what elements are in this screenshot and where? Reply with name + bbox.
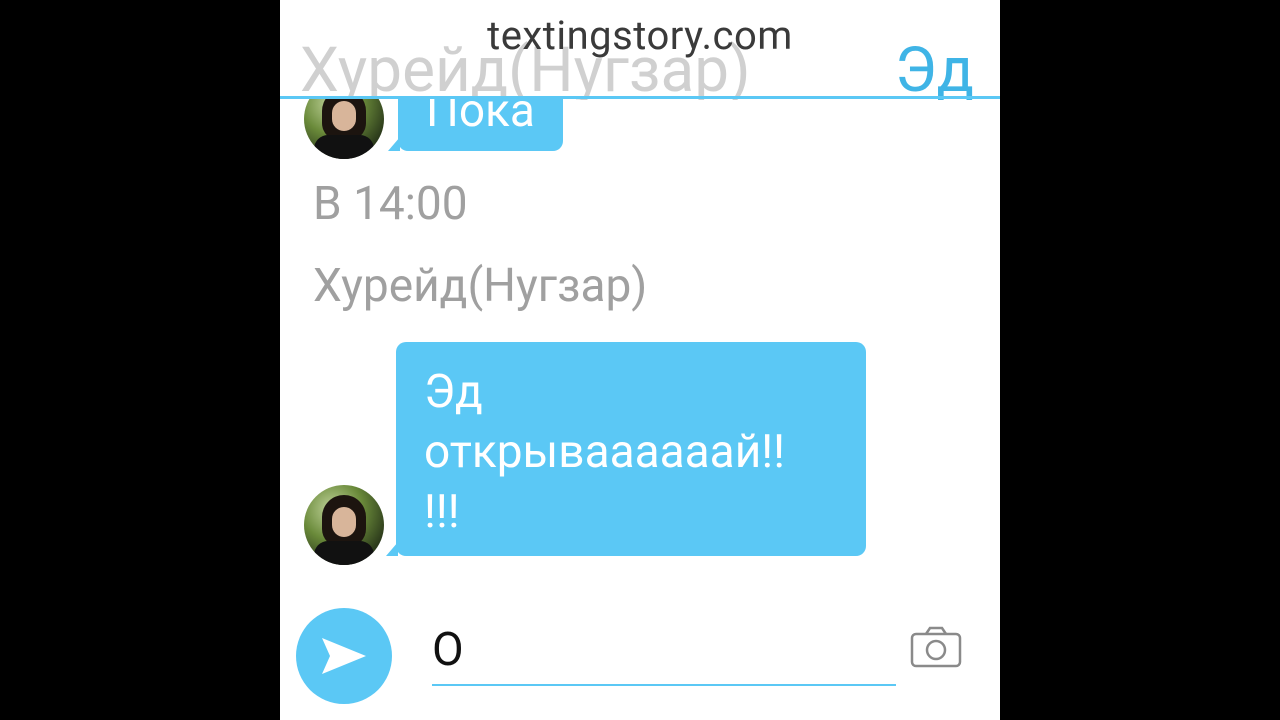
- message-text: Пока: [426, 99, 535, 138]
- chat-header: Хурейд(Нугзар) Эд textingstory.com: [280, 0, 1000, 100]
- camera-icon[interactable]: [910, 626, 962, 668]
- contact-avatar[interactable]: [304, 485, 384, 565]
- message-line: открываааааай!!: [424, 425, 785, 479]
- watermark: textingstory.com: [487, 12, 793, 59]
- system-message-sender: Хурейд(Нугзар): [313, 259, 648, 313]
- send-button[interactable]: [296, 608, 392, 704]
- message-line: !!!: [424, 485, 460, 539]
- message-bubble[interactable]: Эд открываааааай!! !!!: [386, 342, 866, 556]
- message-line: Эд: [424, 365, 483, 419]
- send-arrow-icon: [322, 638, 366, 674]
- message-list[interactable]: Пока В 14:00 Хурейд(Нугзар) Эд открывааа…: [280, 99, 1000, 589]
- message-input[interactable]: [432, 616, 896, 686]
- system-message-time: В 14:00: [313, 177, 468, 231]
- contact-avatar[interactable]: [304, 99, 384, 159]
- composer-bar: [280, 600, 1000, 720]
- chat-screen: Хурейд(Нугзар) Эд textingstory.com Пока …: [280, 0, 1000, 720]
- message-bubble[interactable]: Пока: [388, 99, 563, 151]
